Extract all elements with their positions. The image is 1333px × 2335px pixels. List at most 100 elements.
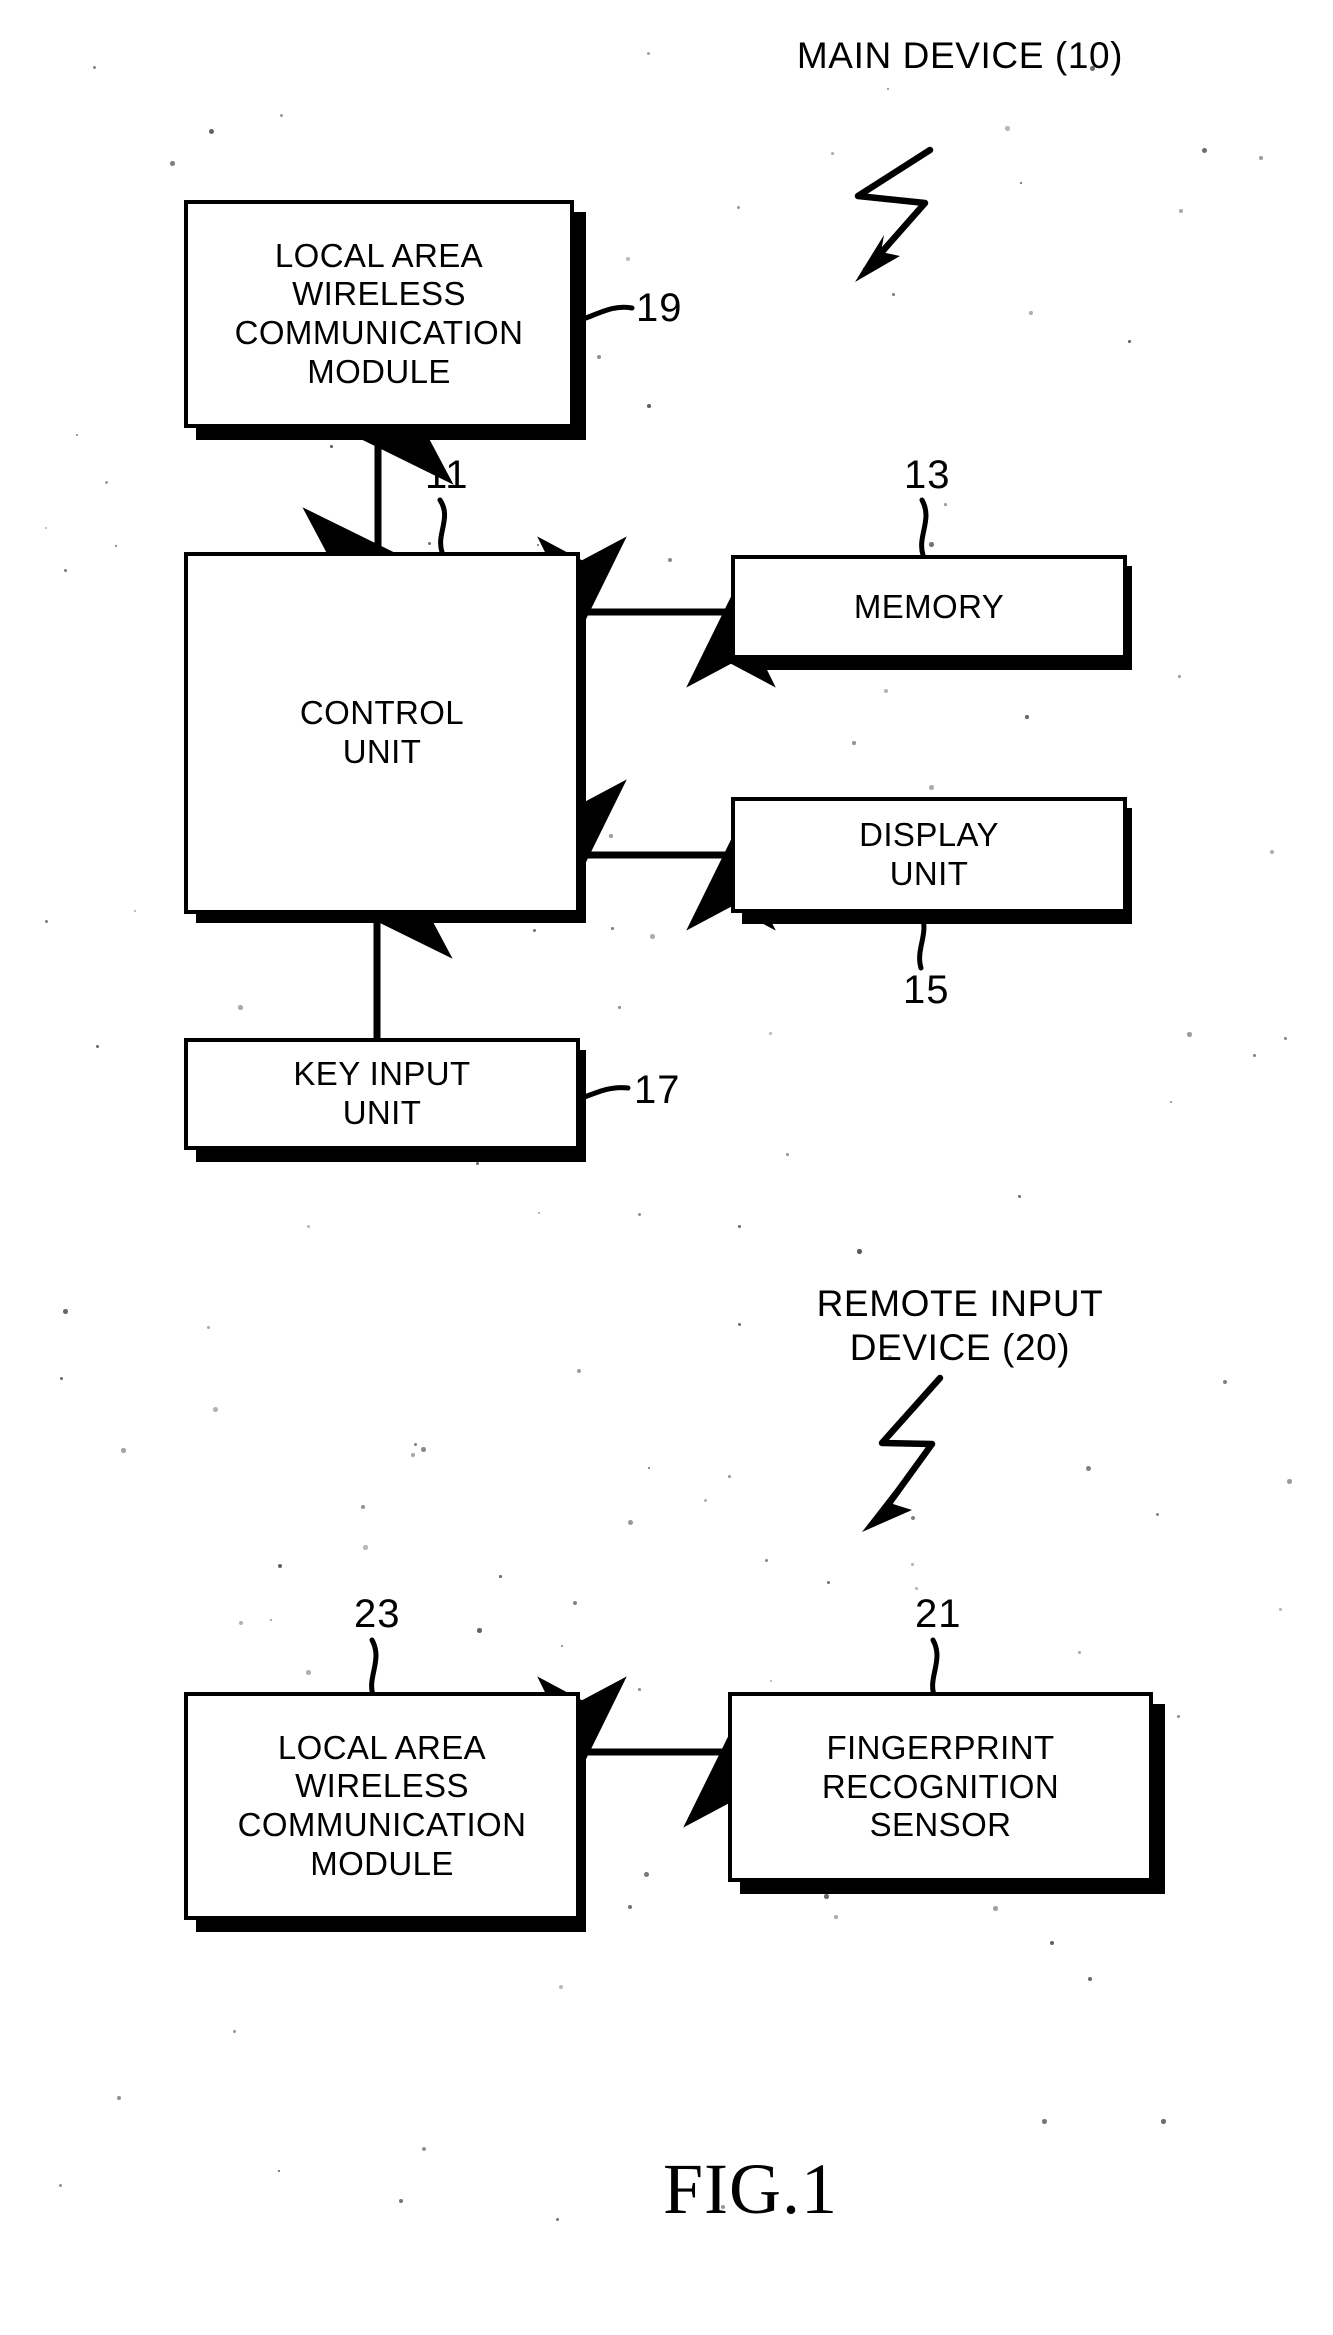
ref-numeral-13: 13	[904, 453, 951, 497]
block-display-unit[interactable]: DISPLAY UNIT	[731, 797, 1127, 913]
ref-21-leader	[930, 1637, 940, 1698]
scan-speckle	[64, 569, 67, 572]
scan-speckle	[414, 1443, 417, 1446]
scan-speckle	[121, 1448, 126, 1453]
scan-speckle	[628, 1905, 632, 1909]
block-memory[interactable]: MEMORY	[731, 555, 1127, 659]
scan-speckle	[1202, 148, 1207, 153]
scan-speckle	[1284, 1037, 1287, 1040]
scan-speckle	[1088, 1977, 1092, 1981]
scan-speckle	[831, 152, 834, 155]
scan-speckle	[306, 1670, 311, 1675]
scan-speckle	[892, 293, 895, 296]
group-title-remote-input-device: REMOTE INPUT DEVICE (20)	[816, 1283, 1104, 1369]
ref-numeral-11: 11	[425, 453, 469, 497]
scan-speckle	[993, 1906, 998, 1911]
block-control-unit[interactable]: CONTROL UNIT	[184, 552, 580, 914]
scan-speckle	[638, 1688, 641, 1691]
scan-speckle	[738, 1225, 741, 1228]
scan-speckle	[63, 1309, 68, 1314]
scan-speckle	[422, 2147, 426, 2151]
block-label: FINGERPRINT RECOGNITION SENSOR	[821, 1729, 1060, 1844]
scan-speckle	[647, 52, 650, 55]
main-device-leader-arrow	[854, 146, 934, 282]
scan-speckle	[1279, 1608, 1282, 1611]
block-label: MEMORY	[853, 587, 1005, 625]
scan-speckle	[668, 558, 672, 562]
scan-speckle	[1161, 2119, 1166, 2124]
scan-speckle	[1178, 675, 1181, 678]
scan-speckle	[117, 2096, 121, 2100]
scan-speckle	[238, 1005, 243, 1010]
group-title-main-device: MAIN DEVICE (10)	[796, 35, 1124, 76]
scan-speckle	[728, 1475, 731, 1478]
remote-input-device-leader-arrow	[862, 1374, 944, 1532]
ref-23-leader	[369, 1637, 379, 1698]
ref-13-leader	[919, 497, 929, 558]
scan-speckle	[1029, 311, 1033, 315]
scan-speckle	[1078, 1651, 1081, 1654]
scan-speckle	[827, 1581, 830, 1584]
ref-numeral-21: 21	[915, 1592, 962, 1636]
scan-speckle	[499, 1575, 502, 1578]
block-local-area-wireless-communication-module-19[interactable]: LOCAL AREA WIRELESS COMMUNICATION MODULE	[184, 200, 574, 428]
scan-speckle	[93, 66, 96, 69]
ref-19-leader	[583, 304, 635, 321]
ref-numeral-19: 19	[636, 286, 683, 330]
scan-speckle	[824, 1894, 829, 1899]
ref-numeral-15: 15	[903, 968, 950, 1012]
block-local-area-wireless-communication-module-23[interactable]: LOCAL AREA WIRELESS COMMUNICATION MODULE	[184, 1692, 580, 1920]
scan-speckle	[363, 1545, 368, 1550]
scan-speckle	[1018, 1195, 1021, 1198]
block-label: LOCAL AREA WIRELESS COMMUNICATION MODULE	[234, 236, 524, 390]
scan-speckle	[1128, 340, 1131, 343]
scan-speckle	[361, 1505, 365, 1509]
scan-speckle	[330, 445, 333, 448]
scan-speckle	[628, 1520, 633, 1525]
scan-speckle	[1253, 1054, 1256, 1057]
scan-speckle	[209, 129, 214, 134]
block-label: KEY INPUT UNIT	[293, 1055, 471, 1131]
scan-speckle	[786, 1153, 789, 1156]
scan-speckle	[650, 934, 655, 939]
scan-speckle	[45, 920, 48, 923]
ref-numeral-23: 23	[354, 1592, 401, 1636]
scan-speckle	[915, 1587, 918, 1590]
scan-speckle	[769, 1032, 772, 1035]
scan-speckle	[1287, 1479, 1292, 1484]
scan-speckle	[609, 834, 613, 838]
ref-17-leader	[579, 1085, 631, 1101]
block-label: DISPLAY UNIT	[859, 816, 999, 892]
block-fingerprint-recognition-sensor[interactable]: FINGERPRINT RECOGNITION SENSOR	[728, 1692, 1153, 1882]
scan-speckle	[399, 2199, 403, 2203]
block-label: LOCAL AREA WIRELESS COMMUNICATION MODULE	[237, 1728, 527, 1882]
ref-11-leader	[437, 497, 448, 555]
scan-speckle	[644, 1872, 649, 1877]
scan-speckle	[929, 542, 934, 547]
scan-speckle	[1025, 715, 1029, 719]
scan-speckle	[944, 503, 947, 506]
scan-speckle	[1179, 209, 1183, 213]
scan-speckle	[1259, 156, 1263, 160]
scan-speckle	[59, 2184, 62, 2187]
scan-speckle	[1042, 2119, 1047, 2124]
scan-speckle	[233, 2030, 236, 2033]
scan-speckle	[421, 1447, 426, 1452]
scan-speckle	[533, 929, 536, 932]
scan-speckle	[213, 1407, 218, 1412]
scan-speckle	[1086, 1466, 1091, 1471]
scan-speckle	[170, 161, 175, 166]
scan-speckle	[1005, 126, 1010, 131]
scan-speckle	[737, 206, 740, 209]
scan-speckle	[852, 741, 856, 745]
scan-speckle	[857, 1249, 862, 1254]
scan-speckle	[477, 1628, 482, 1633]
scan-speckle	[1187, 1032, 1192, 1037]
ref-numeral-17: 17	[634, 1068, 681, 1112]
scan-speckle	[476, 1162, 479, 1165]
block-key-input-unit[interactable]: KEY INPUT UNIT	[184, 1038, 580, 1150]
scan-speckle	[611, 927, 614, 930]
scan-speckle	[411, 1453, 415, 1457]
scan-speckle	[647, 404, 651, 408]
figure-caption: FIG.1	[663, 2149, 839, 2229]
